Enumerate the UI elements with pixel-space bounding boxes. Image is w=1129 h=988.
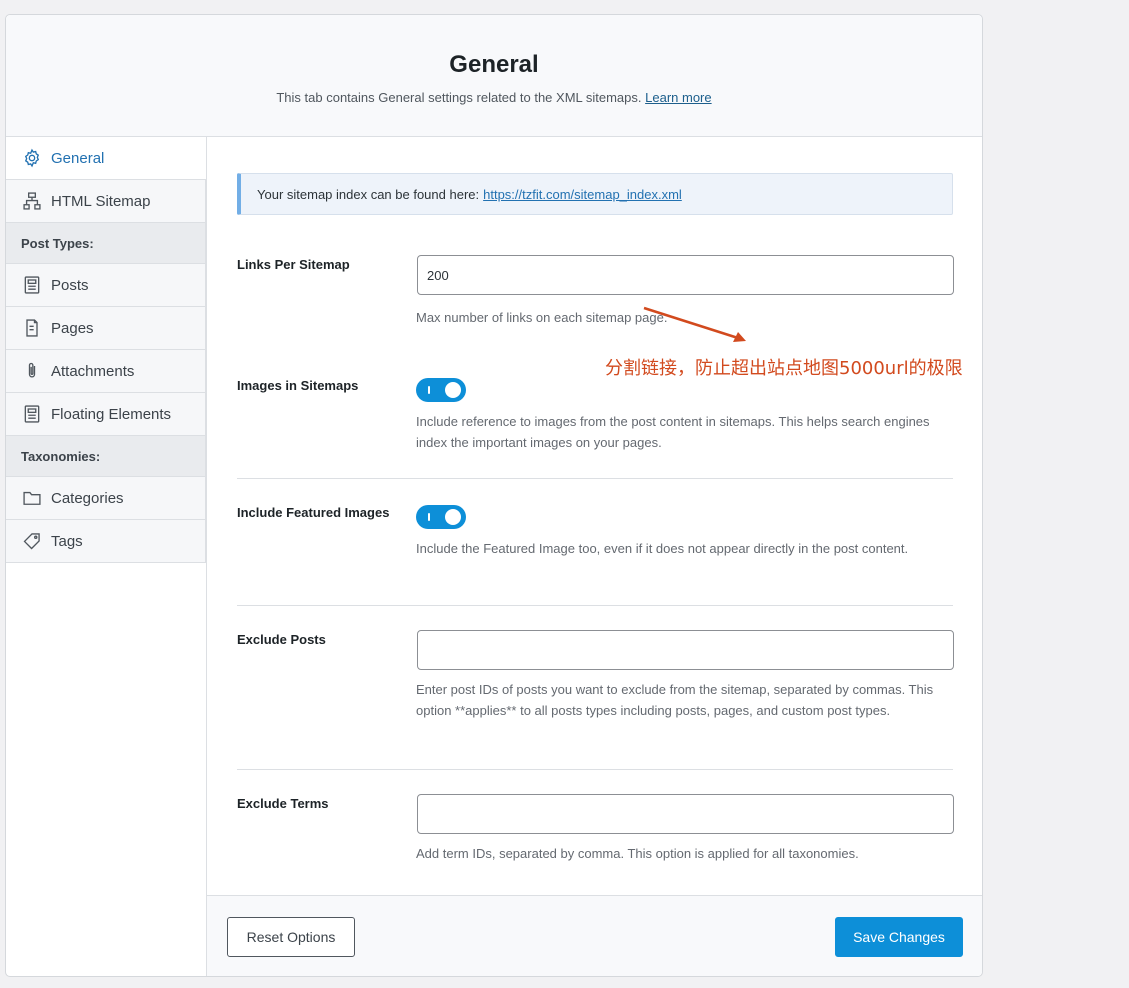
toggle-on-mark xyxy=(428,386,430,394)
sidebar-item-general[interactable]: General xyxy=(6,137,206,180)
sidebar-group-post-types: Post Types: xyxy=(6,223,206,264)
include-featured-images-desc: Include the Featured Image too, even if … xyxy=(416,541,909,556)
gear-icon xyxy=(21,147,43,169)
sidebar-item-pages[interactable]: Pages xyxy=(6,307,206,350)
sidebar: General HTML Sitemap Post Types: Posts P… xyxy=(6,137,206,563)
exclude-posts-desc: Enter post IDs of posts you want to excl… xyxy=(416,682,934,718)
exclude-terms-row: Exclude Terms Add term IDs, separated by… xyxy=(237,794,954,876)
divider xyxy=(237,478,953,479)
exclude-terms-label: Exclude Terms xyxy=(237,796,329,811)
toggle-knob xyxy=(445,509,461,525)
document-icon xyxy=(21,274,43,296)
links-per-sitemap-label: Links Per Sitemap xyxy=(237,257,350,272)
paperclip-icon xyxy=(21,360,43,382)
settings-footer: Reset Options Save Changes xyxy=(206,895,982,976)
divider xyxy=(237,769,953,770)
sidebar-item-label: HTML Sitemap xyxy=(51,192,151,210)
folder-icon xyxy=(21,487,43,509)
annotation-arrow xyxy=(643,306,746,342)
include-featured-images-label: Include Featured Images xyxy=(237,505,390,520)
page-icon xyxy=(21,317,43,339)
toggle-knob xyxy=(445,382,461,398)
images-in-sitemaps-row: Images in Sitemaps Include reference to … xyxy=(237,378,953,458)
notice-text: Your sitemap index can be found here: xyxy=(257,186,480,202)
sitemap-icon xyxy=(21,190,43,212)
toggle-on-mark xyxy=(428,513,430,521)
exclude-posts-input[interactable] xyxy=(417,630,954,670)
reset-options-button[interactable]: Reset Options xyxy=(227,917,355,957)
settings-panel: General This tab contains General settin… xyxy=(5,14,983,977)
sidebar-item-label: Floating Elements xyxy=(51,405,172,423)
sidebar-item-label: Tags xyxy=(51,532,83,550)
tag-icon xyxy=(21,530,43,552)
include-featured-images-toggle[interactable] xyxy=(416,505,466,529)
sidebar-item-label: Attachments xyxy=(51,362,135,380)
images-in-sitemaps-toggle[interactable] xyxy=(416,378,466,402)
page-title: General xyxy=(449,51,539,78)
learn-more-link[interactable]: Learn more xyxy=(645,90,711,105)
sidebar-item-categories[interactable]: Categories xyxy=(6,477,206,520)
exclude-terms-input[interactable] xyxy=(417,794,954,834)
panel-header: General This tab contains General settin… xyxy=(6,15,982,137)
exclude-posts-row: Exclude Posts Enter post IDs of posts yo… xyxy=(237,630,954,752)
images-in-sitemaps-label: Images in Sitemaps xyxy=(237,378,359,393)
sidebar-item-label: General xyxy=(51,149,105,167)
sidebar-item-html-sitemap[interactable]: HTML Sitemap xyxy=(6,180,206,223)
annotation-note: 分割链接，防止超出站点地图5000url的极限 xyxy=(605,358,963,379)
include-featured-images-row: Include Featured Images Include the Feat… xyxy=(237,505,953,585)
exclude-terms-desc: Add term IDs, separated by comma. This o… xyxy=(416,846,859,861)
sidebar-item-posts[interactable]: Posts xyxy=(6,264,206,307)
sidebar-group-taxonomies: Taxonomies: xyxy=(6,436,206,477)
sitemap-index-notice: Your sitemap index can be found here: ht… xyxy=(237,173,953,215)
divider xyxy=(237,605,953,606)
sidebar-item-tags[interactable]: Tags xyxy=(6,520,206,563)
page-subtitle: This tab contains General settings relat… xyxy=(6,90,982,105)
settings-content: Your sitemap index can be found here: ht… xyxy=(206,137,982,895)
save-changes-button[interactable]: Save Changes xyxy=(835,917,963,957)
sidebar-item-label: Categories xyxy=(51,489,124,507)
sidebar-item-label: Posts xyxy=(51,276,89,294)
sidebar-item-attachments[interactable]: Attachments xyxy=(6,350,206,393)
sidebar-item-label: Pages xyxy=(51,319,94,337)
document-icon xyxy=(21,403,43,425)
sitemap-index-link[interactable]: https://tzfit.com/sitemap_index.xml xyxy=(483,187,682,202)
page-subtitle-text: This tab contains General settings relat… xyxy=(276,90,642,105)
sidebar-item-floating-elements[interactable]: Floating Elements xyxy=(6,393,206,436)
images-in-sitemaps-desc: Include reference to images from the pos… xyxy=(416,414,930,450)
links-per-sitemap-input[interactable] xyxy=(417,255,954,295)
links-per-sitemap-row: Links Per Sitemap Max number of links on… xyxy=(237,255,954,337)
exclude-posts-label: Exclude Posts xyxy=(237,632,326,647)
